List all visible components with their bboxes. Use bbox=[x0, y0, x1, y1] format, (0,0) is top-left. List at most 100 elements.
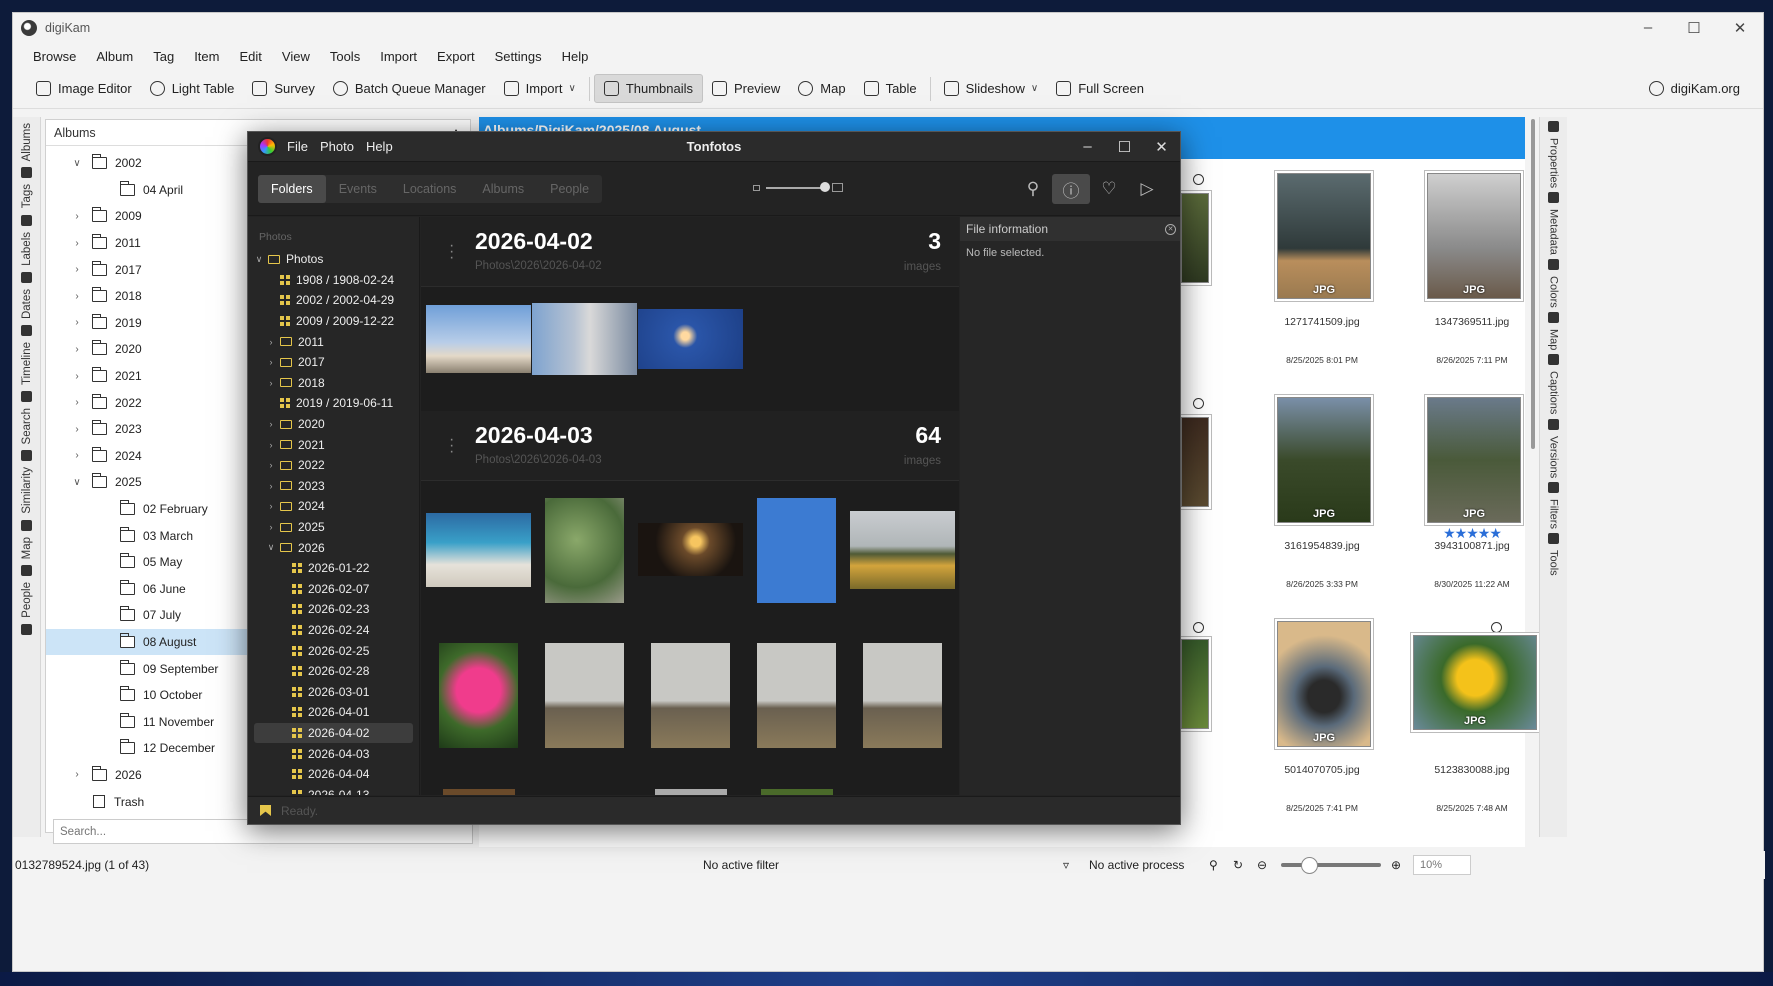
map-button[interactable]: Map bbox=[789, 75, 854, 102]
tab-filters[interactable]: Filters bbox=[1548, 499, 1560, 529]
folder-tree-item[interactable]: 2026-04-02 bbox=[254, 722, 413, 744]
tab-map[interactable]: Map bbox=[21, 537, 33, 559]
tab-map[interactable]: Map bbox=[1548, 329, 1560, 350]
folder-tree-item[interactable]: 2026-02-24 bbox=[248, 620, 419, 641]
tab-timeline[interactable]: Timeline bbox=[21, 342, 33, 385]
tab-albums[interactable]: Albums bbox=[469, 175, 537, 203]
minimize-button[interactable]: – bbox=[1625, 19, 1671, 37]
expand-down-icon[interactable]: ∨ bbox=[70, 158, 84, 169]
folder-tree-item[interactable]: › 2021 bbox=[248, 434, 419, 455]
photo-thumbnail[interactable] bbox=[443, 789, 515, 795]
preview-button[interactable]: Preview bbox=[703, 75, 789, 102]
expand-right-icon[interactable]: › bbox=[266, 440, 276, 450]
light-table-button[interactable]: Light Table bbox=[141, 75, 244, 102]
zoom-in-icon[interactable]: ⊕ bbox=[1391, 858, 1413, 872]
folder-tree-item[interactable]: 2026-04-03 bbox=[248, 743, 419, 764]
thumbnail-size-slider[interactable] bbox=[753, 181, 843, 192]
expand-right-icon[interactable]: › bbox=[70, 344, 84, 355]
folder-tree-item[interactable]: 2026-02-25 bbox=[248, 640, 419, 661]
tab-albums[interactable]: Albums bbox=[21, 123, 33, 161]
photo-thumbnail[interactable] bbox=[532, 303, 637, 375]
folder-tree-item[interactable]: 2019 / 2019-06-11 bbox=[248, 393, 419, 414]
folder-tree-item[interactable]: 2026-02-07 bbox=[248, 579, 419, 600]
tab-events[interactable]: Events bbox=[326, 175, 390, 203]
photo-thumbnail[interactable] bbox=[545, 498, 624, 603]
expand-right-icon[interactable]: › bbox=[266, 522, 276, 532]
folder-tree-item[interactable]: ∨ 2026 bbox=[248, 537, 419, 558]
folder-tree-item[interactable]: › 2023 bbox=[248, 476, 419, 497]
tonfotos-maximize-button[interactable]: ☐ bbox=[1106, 138, 1143, 156]
folder-tree-item[interactable]: › 2018 bbox=[248, 373, 419, 394]
expand-right-icon[interactable]: › bbox=[70, 424, 84, 435]
tonfotos-menu-photo[interactable]: Photo bbox=[320, 139, 354, 154]
folder-tree-item[interactable]: 2026-02-23 bbox=[248, 599, 419, 620]
thumbnail-item[interactable]: JPG 3161954839.jpg 8/26/2025 3:33 PM bbox=[1247, 397, 1397, 617]
folder-tree-item[interactable]: 2026-02-28 bbox=[248, 661, 419, 682]
expand-down-icon[interactable]: ∨ bbox=[254, 254, 264, 265]
survey-button[interactable]: Survey bbox=[243, 75, 323, 102]
expand-right-icon[interactable]: › bbox=[70, 769, 84, 780]
folder-tree-item[interactable]: › 2025 bbox=[248, 517, 419, 538]
thumbnail-item[interactable]: JPG 1347369511.jpg 8/26/2025 7:11 PM bbox=[1397, 173, 1547, 393]
close-button[interactable]: ✕ bbox=[1717, 19, 1763, 37]
thumbnail-image[interactable]: JPG bbox=[1427, 173, 1521, 299]
folder-tree-item[interactable]: 2002 / 2002-04-29 bbox=[248, 290, 419, 311]
expand-down-icon[interactable]: ∨ bbox=[266, 542, 276, 553]
photo-thumbnail[interactable] bbox=[850, 511, 955, 589]
tab-people[interactable]: People bbox=[21, 582, 33, 618]
slideshow-button[interactable]: Slideshow ∨ bbox=[935, 75, 1048, 102]
more-icon[interactable]: · · · bbox=[449, 238, 454, 266]
folder-tree-item[interactable]: 2026-03-01 bbox=[248, 681, 419, 702]
tab-similarity[interactable]: Similarity bbox=[21, 467, 33, 514]
expand-right-icon[interactable]: › bbox=[70, 450, 84, 461]
thumbnail-image[interactable]: JPG bbox=[1277, 397, 1371, 523]
folder-tree-item[interactable]: › 2011 bbox=[248, 331, 419, 352]
photo-thumbnail[interactable] bbox=[545, 643, 624, 748]
photo-thumbnail[interactable] bbox=[638, 309, 743, 369]
thumbnail-image[interactable]: JPG bbox=[1277, 621, 1371, 747]
thumbnail-scrollbar[interactable] bbox=[1529, 119, 1537, 845]
expand-right-icon[interactable]: › bbox=[266, 337, 276, 347]
thumbnails-button[interactable]: Thumbnails bbox=[593, 74, 704, 103]
expand-down-icon[interactable]: ∨ bbox=[70, 477, 84, 488]
expand-right-icon[interactable]: › bbox=[266, 460, 276, 470]
expand-right-icon[interactable]: › bbox=[70, 238, 84, 249]
scrollbar-thumb[interactable] bbox=[1531, 119, 1535, 449]
folder-tree-item[interactable]: 2026-01-22 bbox=[248, 558, 419, 579]
folder-tree-item[interactable]: ∨ Photos bbox=[248, 249, 419, 270]
full-screen-button[interactable]: Full Screen bbox=[1047, 75, 1153, 102]
expand-right-icon[interactable]: › bbox=[266, 357, 276, 367]
folder-tree-item[interactable]: › 2022 bbox=[248, 455, 419, 476]
thumbnail-item[interactable]: JPG 5014070705.jpg 8/25/2025 7:41 PM bbox=[1247, 621, 1397, 841]
refresh-icon[interactable]: ↻ bbox=[1233, 858, 1257, 872]
menu-view[interactable]: View bbox=[272, 49, 320, 64]
menu-album[interactable]: Album bbox=[86, 49, 143, 64]
thumbnail-image[interactable]: JPG bbox=[1277, 173, 1371, 299]
photo-thumbnail[interactable] bbox=[757, 643, 836, 748]
tonfotos-close-button[interactable]: ✕ bbox=[1143, 138, 1180, 156]
info-icon[interactable]: ⓘ bbox=[1052, 174, 1090, 204]
thumbnail-image[interactable]: JPG bbox=[1413, 635, 1537, 730]
photo-thumbnail[interactable] bbox=[757, 498, 836, 603]
expand-right-icon[interactable]: › bbox=[266, 378, 276, 388]
expand-right-icon[interactable]: › bbox=[70, 317, 84, 328]
tonfotos-menu-help[interactable]: Help bbox=[366, 139, 393, 154]
tonfotos-minimize-button[interactable]: – bbox=[1069, 138, 1106, 156]
expand-right-icon[interactable]: › bbox=[70, 211, 84, 222]
photo-thumbnail[interactable] bbox=[439, 643, 518, 748]
partial-thumbnail[interactable] bbox=[1181, 417, 1209, 507]
photo-thumbnail[interactable] bbox=[655, 789, 727, 795]
digikam-site-button[interactable]: digiKam.org bbox=[1640, 75, 1749, 102]
expand-right-icon[interactable]: › bbox=[266, 481, 276, 491]
thumbnail-image[interactable]: JPG bbox=[1427, 397, 1521, 523]
folder-tree-item[interactable]: 2026-04-13 bbox=[248, 784, 419, 795]
expand-right-icon[interactable]: › bbox=[266, 501, 276, 511]
maximize-button[interactable]: ☐ bbox=[1671, 19, 1717, 37]
photo-thumbnail[interactable] bbox=[761, 789, 833, 795]
menu-import[interactable]: Import bbox=[370, 49, 427, 64]
menu-help[interactable]: Help bbox=[552, 49, 599, 64]
photo-thumbnail[interactable] bbox=[638, 523, 743, 576]
expand-right-icon[interactable]: › bbox=[266, 419, 276, 429]
tonfotos-menu-file[interactable]: File bbox=[287, 139, 308, 154]
table-button[interactable]: Table bbox=[855, 75, 926, 102]
